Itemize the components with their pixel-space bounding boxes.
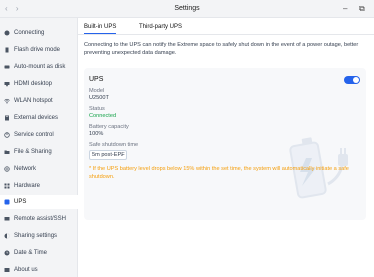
- sidebar-item-service-control[interactable]: Service control: [0, 128, 78, 142]
- clock-icon: [4, 250, 10, 256]
- remote-icon: [4, 216, 10, 222]
- hardware-icon: [4, 183, 10, 189]
- chevron-down-icon: ⌄: [119, 152, 124, 158]
- title-bar: ‹ › Settings – ⧉: [0, 0, 374, 18]
- sidebar-item-wlan-hotspot[interactable]: WLAN hotspot: [0, 94, 78, 108]
- sidebar-item-label: Network: [14, 166, 37, 172]
- tab-built-in-ups[interactable]: Built-in UPS: [84, 24, 117, 34]
- ups-card-title: UPS: [89, 76, 104, 83]
- sidebar-item-label: Remote assist/SSH: [14, 216, 67, 222]
- model-value: U2500T: [89, 95, 109, 101]
- sidebar: Connecting Flash drive mode Auto-mount a…: [0, 18, 78, 277]
- model-label: Model: [89, 88, 105, 94]
- ups-icon: [4, 199, 10, 205]
- sidebar-item-hardware[interactable]: Hardware: [0, 179, 78, 193]
- status-value: Connected: [89, 113, 117, 119]
- sidebar-item-about-us[interactable]: About us: [0, 263, 78, 277]
- status-label: Status: [89, 106, 105, 112]
- sidebar-item-label: WLAN hotspot: [14, 98, 53, 104]
- sidebar-item-label: Hardware: [14, 183, 41, 189]
- service-control-icon: [4, 132, 10, 138]
- battery-capacity-value: 100%: [89, 131, 104, 137]
- sidebar-item-label: Date & Time: [14, 250, 48, 256]
- ups-enable-toggle[interactable]: [344, 76, 360, 84]
- window-title: Settings: [174, 5, 200, 12]
- sidebar-item-label: Connecting: [14, 30, 45, 36]
- hdmi-icon: [4, 81, 10, 87]
- connecting-icon: [4, 30, 10, 36]
- sidebar-item-label: Auto-mount as disk: [14, 64, 66, 70]
- ups-description: Connecting to the UPS can notify the Ext…: [84, 42, 359, 56]
- sidebar-item-remote-assist[interactable]: Remote assist/SSH: [0, 212, 78, 226]
- sidebar-item-label: Service control: [14, 132, 54, 138]
- sidebar-item-label: HDMI desktop: [14, 81, 53, 87]
- info-icon: [4, 267, 10, 273]
- sidebar-item-file-sharing[interactable]: File & Sharing: [0, 145, 78, 159]
- sharing-icon: [4, 233, 10, 239]
- external-devices-icon: [4, 115, 10, 121]
- disk-icon: [4, 64, 10, 70]
- sidebar-item-network[interactable]: Network: [0, 162, 78, 176]
- toggle-knob: [353, 77, 359, 83]
- sidebar-item-sharing-settings[interactable]: Sharing settings: [0, 229, 78, 243]
- sidebar-item-label: External devices: [14, 115, 59, 121]
- shutdown-warning-note: * If the UPS battery level drops below 1…: [89, 166, 349, 180]
- tab-third-party-ups[interactable]: Third-party UPS: [139, 24, 182, 30]
- minimize-icon[interactable]: –: [343, 4, 347, 13]
- sidebar-item-label: Sharing settings: [14, 233, 58, 239]
- folder-icon: [4, 149, 10, 155]
- sidebar-item-label: Flash drive mode: [14, 47, 61, 53]
- main-panel: Built-in UPS Third-party UPS Connecting …: [78, 18, 374, 277]
- network-icon: [4, 166, 10, 172]
- sidebar-item-label: UPS: [14, 199, 27, 205]
- flash-drive-icon: [4, 47, 10, 53]
- shutdown-time-select[interactable]: 5m post-EPF ⌄: [89, 150, 127, 160]
- tab-divider: [78, 34, 374, 35]
- sidebar-item-label: About us: [14, 267, 38, 273]
- shutdown-time-label: Safe shutdown time: [89, 142, 139, 148]
- ups-card: UPS Model U2500T Status Connected Batter…: [84, 68, 366, 220]
- restore-icon[interactable]: ⧉: [359, 4, 365, 14]
- sidebar-item-connecting[interactable]: Connecting: [0, 26, 78, 40]
- sidebar-item-hdmi-desktop[interactable]: HDMI desktop: [0, 77, 78, 91]
- sidebar-item-external-devices[interactable]: External devices: [0, 111, 78, 125]
- sidebar-item-auto-mount[interactable]: Auto-mount as disk: [0, 60, 78, 74]
- sidebar-item-label: File & Sharing: [14, 149, 52, 155]
- battery-capacity-label: Battery capacity: [89, 124, 129, 130]
- sidebar-item-flash-drive-mode[interactable]: Flash drive mode: [0, 43, 78, 57]
- wifi-icon: [4, 98, 10, 104]
- sidebar-item-date-time[interactable]: Date & Time: [0, 246, 78, 260]
- sidebar-item-ups[interactable]: UPS: [0, 195, 78, 209]
